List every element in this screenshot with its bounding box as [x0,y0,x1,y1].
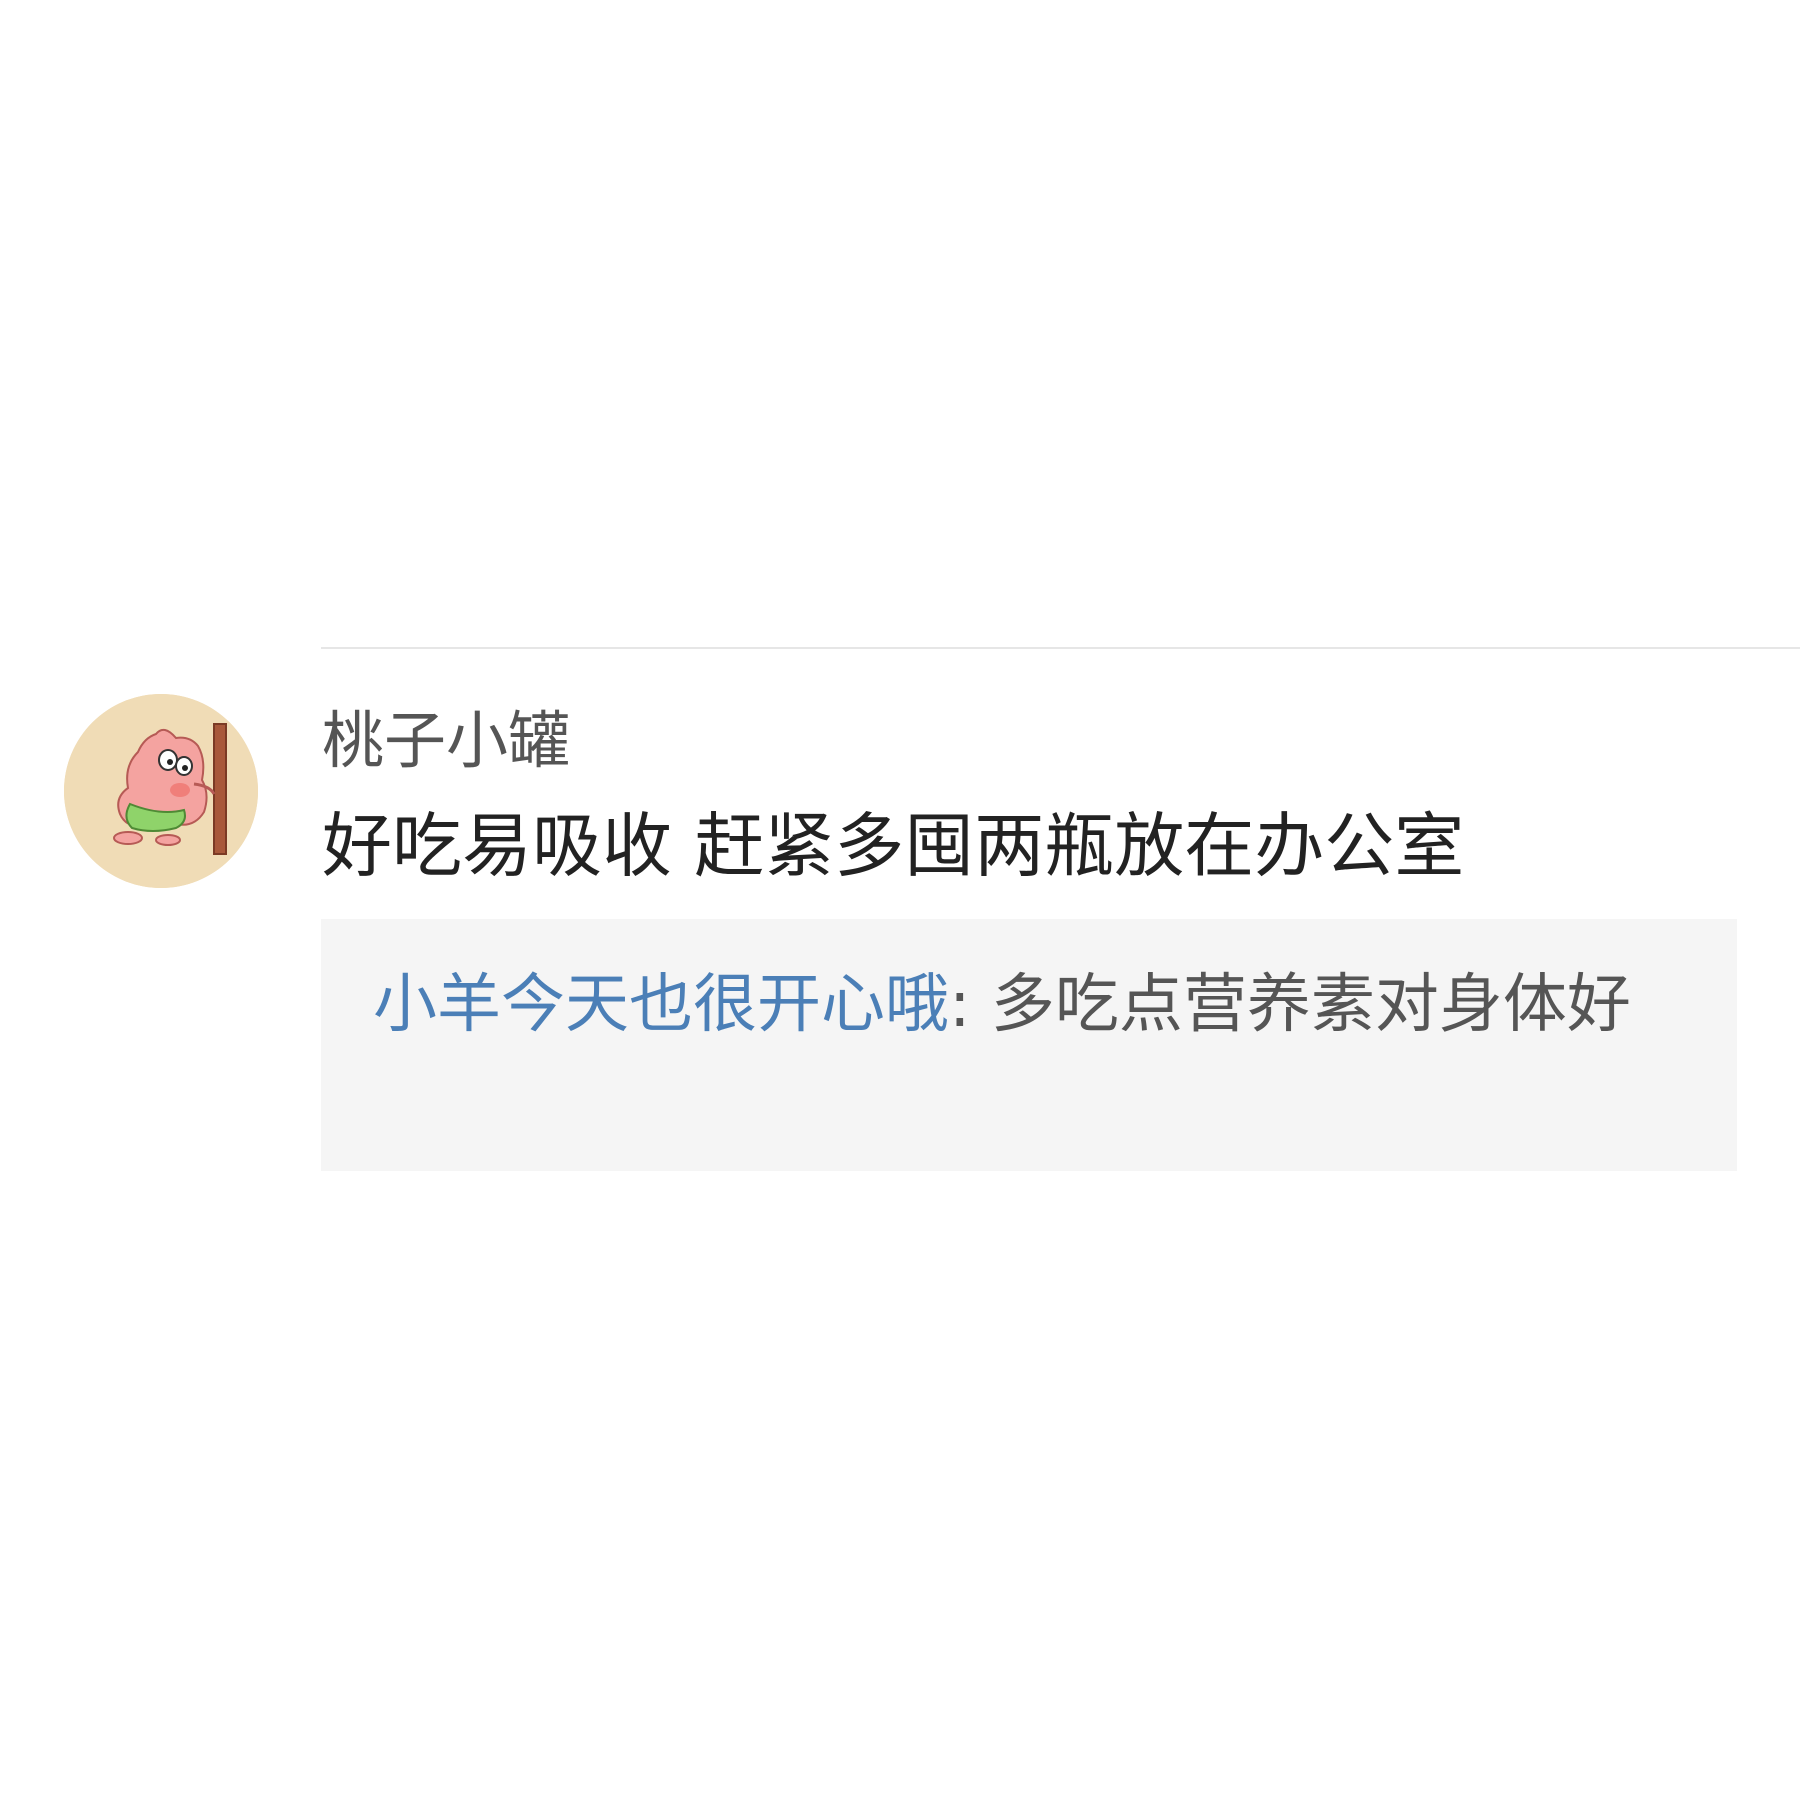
patrick-star-avatar-icon [64,694,258,888]
reply-box[interactable]: 小羊今天也很开心哦: 多吃点营养素对身体好 [321,919,1737,1171]
reply-line: 小羊今天也很开心哦: 多吃点营养素对身体好 [373,957,1687,1054]
comment-text: 好吃易吸收 赶紧多囤两瓶放在办公室 [322,805,1465,887]
comment-username[interactable]: 桃子小罐 [322,701,570,781]
user-avatar[interactable] [64,694,258,888]
reply-author[interactable]: 小羊今天也很开心哦 [373,968,949,1042]
reply-text: 多吃点营养素对身体好 [990,968,1631,1042]
reply-separator: : [949,968,991,1042]
comment-item: 桃子小罐 好吃易吸收 赶紧多囤两瓶放在办公室 小羊今天也很开心哦: 多吃点营养素… [0,649,1800,1249]
